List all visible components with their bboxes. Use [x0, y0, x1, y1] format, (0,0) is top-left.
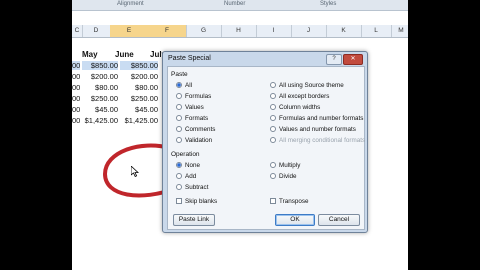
radio-icon	[270, 104, 276, 110]
cell[interactable]: $850.00	[120, 61, 158, 70]
cell[interactable]: 00	[72, 72, 80, 81]
dialog-title: Paste Special	[168, 55, 211, 62]
cell[interactable]: $1,425.00	[82, 116, 118, 125]
radio-icon	[176, 173, 182, 179]
mouse-cursor-icon	[131, 166, 139, 177]
cell[interactable]: $80.00	[82, 83, 118, 92]
paste-option-all-source-theme[interactable]: All using Source theme	[270, 82, 344, 89]
skip-blanks-checkbox[interactable]: Skip blanks	[176, 198, 217, 205]
paste-link-button[interactable]: Paste Link	[173, 214, 215, 226]
cell[interactable]: $80.00	[120, 83, 158, 92]
column-header[interactable]: G	[186, 25, 222, 37]
month-header-june[interactable]: June	[115, 50, 134, 59]
ribbon: Alignment Number Styles	[72, 0, 408, 11]
operation-option-add[interactable]: Add	[176, 173, 196, 180]
radio-icon	[176, 115, 182, 121]
operation-option-divide[interactable]: Divide	[270, 173, 297, 180]
cell[interactable]: 00	[72, 61, 80, 70]
column-header[interactable]: I	[256, 25, 292, 37]
paste-section-header: Paste	[171, 71, 188, 78]
cell[interactable]: $200.00	[120, 72, 158, 81]
paste-option-values[interactable]: Values	[176, 104, 204, 111]
paste-option-formulas-number-formats[interactable]: Formulas and number formats	[270, 115, 363, 122]
cell[interactable]: 00	[72, 83, 80, 92]
cell[interactable]: $850.00	[82, 61, 118, 70]
transpose-checkbox[interactable]: Transpose	[270, 198, 309, 205]
radio-icon	[270, 162, 276, 168]
column-headers: C D E F G H I J K L M	[72, 25, 408, 38]
ribbon-group-styles: Styles	[320, 1, 337, 7]
paste-option-values-number-formats[interactable]: Values and number formats	[270, 126, 356, 133]
paste-option-all[interactable]: All	[176, 82, 192, 89]
cell[interactable]: $45.00	[82, 105, 118, 114]
paste-special-dialog: Paste Special ? ✕ Paste All Formulas Val…	[162, 51, 368, 233]
cell[interactable]: 00	[72, 105, 80, 114]
radio-icon	[270, 137, 276, 143]
operation-option-none[interactable]: None	[176, 162, 200, 169]
radio-icon	[270, 173, 276, 179]
column-header[interactable]: M	[391, 25, 408, 37]
cell[interactable]: 00	[72, 116, 80, 125]
operation-option-subtract[interactable]: Subtract	[176, 184, 208, 191]
paste-option-validation[interactable]: Validation	[176, 137, 212, 144]
radio-icon	[270, 115, 276, 121]
operation-section-header: Operation	[171, 151, 200, 158]
cell[interactable]: $200.00	[82, 72, 118, 81]
help-button[interactable]: ?	[326, 54, 342, 65]
radio-icon	[176, 137, 182, 143]
column-header[interactable]: J	[291, 25, 327, 37]
cell[interactable]: $1,425.00	[120, 116, 158, 125]
column-header[interactable]: K	[326, 25, 362, 37]
radio-icon	[176, 104, 182, 110]
radio-icon	[176, 184, 182, 190]
cell[interactable]: $250.00	[120, 94, 158, 103]
paste-option-column-widths[interactable]: Column widths	[270, 104, 320, 111]
radio-selected-icon	[176, 162, 182, 168]
column-header[interactable]: F	[148, 25, 187, 37]
column-header[interactable]: L	[361, 25, 392, 37]
dialog-body: Paste All Formulas Values Formats Commen…	[167, 66, 365, 230]
month-header-may[interactable]: May	[82, 50, 98, 59]
column-header[interactable]: H	[221, 25, 257, 37]
paste-option-formulas[interactable]: Formulas	[176, 93, 211, 100]
operation-option-multiply[interactable]: Multiply	[270, 162, 300, 169]
cancel-button[interactable]: Cancel	[318, 214, 360, 226]
paste-option-formats[interactable]: Formats	[176, 115, 208, 122]
radio-icon	[270, 82, 276, 88]
ribbon-group-alignment: Alignment	[117, 1, 144, 7]
radio-icon	[270, 93, 276, 99]
radio-icon	[270, 126, 276, 132]
ribbon-group-number: Number	[224, 1, 246, 7]
column-header[interactable]: E	[110, 25, 149, 37]
cell[interactable]: $250.00	[82, 94, 118, 103]
cell[interactable]: $45.00	[120, 105, 158, 114]
radio-icon	[176, 93, 182, 99]
checkbox-icon	[176, 198, 182, 204]
paste-option-comments[interactable]: Comments	[176, 126, 215, 133]
paste-option-merging-conditional[interactable]: All merging conditional formats	[270, 137, 365, 144]
paste-option-all-except-borders[interactable]: All except borders	[270, 93, 329, 100]
close-button[interactable]: ✕	[343, 54, 363, 65]
radio-icon	[176, 126, 182, 132]
ok-button[interactable]: OK	[275, 214, 315, 226]
checkbox-icon	[270, 198, 276, 204]
column-header[interactable]: D	[82, 25, 111, 37]
radio-selected-icon	[176, 82, 182, 88]
cell[interactable]: 00	[72, 94, 80, 103]
